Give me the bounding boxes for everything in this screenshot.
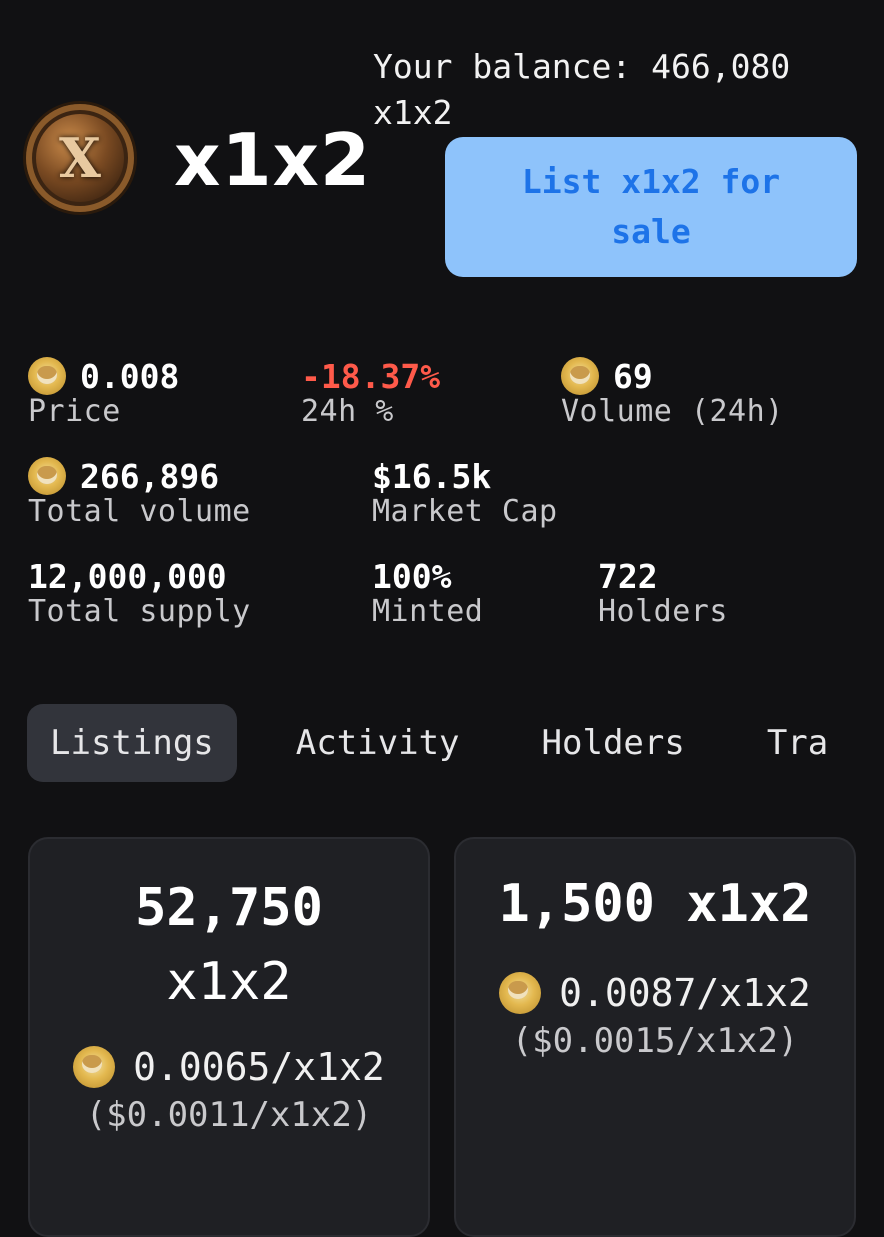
tab-transfers[interactable]: Tra: [744, 704, 851, 782]
stat-market-cap-value: $16.5k: [372, 456, 492, 496]
stat-24h-change: -18.37% 24h %: [301, 356, 441, 430]
stat-holders: 722 Holders: [598, 556, 728, 630]
doge-coin-icon: [28, 357, 66, 395]
stat-volume-24h: 69 Volume (24h): [561, 356, 784, 429]
listing-amount: 1,500 x1x2: [498, 874, 812, 934]
doge-coin-icon: [28, 457, 66, 495]
token-logo-icon: X: [26, 104, 134, 212]
stat-minted: 100% Minted: [372, 556, 484, 630]
stat-minted-label: Minted: [372, 594, 484, 629]
stat-market-cap-label: Market Cap: [372, 494, 558, 529]
stat-volume-24h-value: 69: [613, 356, 653, 396]
listing-card[interactable]: 52,750 x1x2 0.0065/x1x2 ($0.0011/x1x2): [28, 837, 430, 1237]
tab-holders[interactable]: Holders: [519, 704, 708, 782]
stat-holders-value: 722: [598, 556, 658, 596]
stat-minted-value: 100%: [372, 556, 452, 596]
stat-price-label: Price: [28, 394, 121, 429]
stat-total-volume: 266,896 Total volume: [28, 456, 251, 529]
listing-usd-price: ($0.0011/x1x2): [85, 1095, 373, 1135]
stat-total-volume-label: Total volume: [28, 494, 251, 529]
stat-24h-change-value: -18.37%: [301, 356, 441, 396]
stat-total-supply-value: 12,000,000: [28, 556, 227, 596]
stat-price-value: 0.008: [80, 356, 180, 396]
stat-total-supply-label: Total supply: [28, 594, 251, 629]
doge-coin-icon: [561, 357, 599, 395]
stat-volume-24h-label: Volume (24h): [561, 394, 784, 429]
token-title: x1x2: [174, 118, 372, 202]
stat-price: 0.008 Price: [28, 356, 179, 429]
list-for-sale-button[interactable]: List x1x2 for sale: [445, 137, 857, 277]
stat-total-volume-value: 266,896: [80, 456, 220, 496]
stat-holders-label: Holders: [598, 594, 728, 629]
tab-bar: Listings Activity Holders Tra: [27, 704, 851, 782]
listing-card[interactable]: 1,500 x1x2 0.0087/x1x2 ($0.0015/x1x2): [454, 837, 856, 1237]
listing-price: 0.0087/x1x2: [559, 971, 811, 1015]
listing-price: 0.0065/x1x2: [133, 1045, 385, 1089]
stat-total-supply: 12,000,000 Total supply: [28, 556, 251, 630]
doge-coin-icon: [499, 972, 542, 1014]
stat-24h-change-label: 24h %: [301, 394, 394, 429]
balance-text: Your balance: 466,080 x1x2: [373, 47, 791, 132]
listing-unit: x1x2: [166, 952, 292, 1012]
listing-usd-price: ($0.0015/x1x2): [511, 1021, 799, 1061]
doge-coin-icon: [73, 1046, 116, 1088]
tab-activity[interactable]: Activity: [273, 704, 483, 782]
stat-market-cap: $16.5k Market Cap: [372, 456, 558, 530]
listing-amount: 52,750: [135, 878, 323, 938]
tab-listings[interactable]: Listings: [27, 704, 237, 782]
x1x2-coin-logo: X: [59, 126, 101, 190]
